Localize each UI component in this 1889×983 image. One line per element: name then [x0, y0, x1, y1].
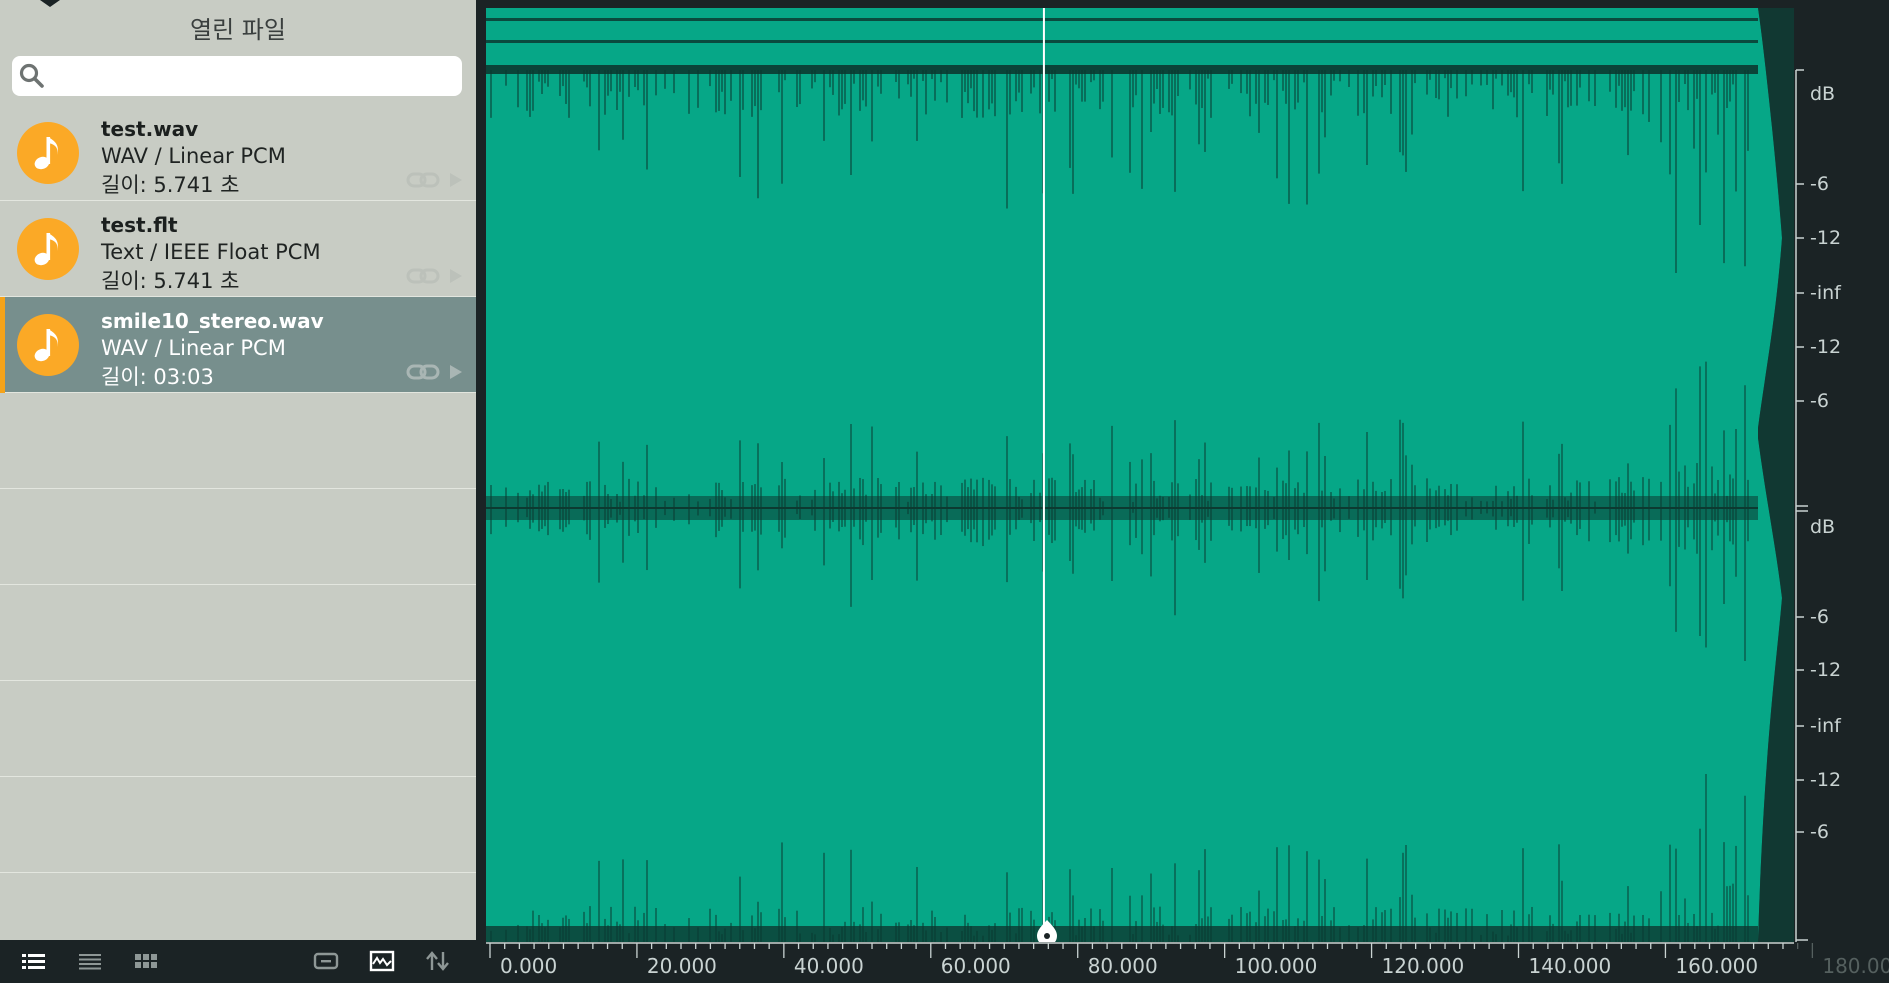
empty-list-row: [0, 873, 476, 940]
empty-list-row: [0, 489, 476, 585]
empty-list-row: [0, 393, 476, 489]
time-ruler[interactable]: 0.000 20.000 40.000 60.000 80.000 100.000 120.…: [486, 942, 1889, 983]
search-box[interactable]: [12, 56, 462, 96]
waveform-envelope: [486, 8, 1782, 942]
waveform-center-line: [486, 507, 1758, 509]
waveform-band: [486, 18, 1758, 21]
time-tick-label: 20.000: [646, 954, 717, 978]
db-label: -12: [1810, 769, 1842, 791]
link-toggle-icon[interactable]: [313, 950, 339, 972]
waveform-canvas: [486, 8, 1794, 942]
db-scale: dB -6 -12 -inf -12 -6 dB -6 -12 -inf -12…: [1794, 0, 1889, 942]
db-label: dB: [1810, 83, 1836, 105]
file-name: test.flt: [101, 213, 178, 237]
panel-title: 열린 파일: [190, 16, 286, 44]
db-label: -12: [1810, 227, 1842, 249]
time-tick-label: 40.000: [793, 954, 864, 978]
open-files-panel: 열린 파일 test.wav WAV / Linear PCM 길이: 5.74…: [0, 0, 476, 940]
play-arrow-icon[interactable]: [449, 364, 463, 380]
file-name: smile10_stereo.wav: [101, 309, 324, 333]
waveform-preview-icon[interactable]: [369, 950, 395, 972]
db-label: -inf: [1810, 715, 1841, 737]
time-tick-label: 140.000: [1528, 954, 1612, 978]
file-name: test.wav: [101, 117, 199, 141]
selection-indicator: [0, 297, 5, 393]
music-note-icon: [17, 122, 79, 184]
time-tick-label: 0.000: [500, 954, 558, 978]
db-label: -6: [1810, 173, 1829, 195]
db-label: -inf: [1810, 282, 1841, 304]
empty-list-row: [0, 777, 476, 873]
grid-view-icon[interactable]: [133, 950, 159, 972]
empty-list-row: [0, 681, 476, 777]
link-icon[interactable]: [406, 171, 440, 189]
file-format: Text / IEEE Float PCM: [101, 240, 321, 264]
db-label: -12: [1810, 659, 1842, 681]
panel-notch: [40, 0, 60, 7]
file-item-test-flt[interactable]: test.flt Text / IEEE Float PCM 길이: 5.741…: [0, 201, 476, 297]
file-format: WAV / Linear PCM: [101, 144, 286, 168]
list-detail-view-icon[interactable]: [21, 950, 47, 972]
music-note-icon: [17, 314, 79, 376]
time-tick-label: 60.000: [940, 954, 1011, 978]
db-label: -6: [1810, 390, 1829, 412]
play-arrow-icon[interactable]: [449, 268, 463, 284]
waveform-band: [486, 40, 1758, 43]
sort-icon[interactable]: [425, 950, 451, 972]
file-item-test-wav[interactable]: test.wav WAV / Linear PCM 길이: 5.741 초: [0, 105, 476, 201]
empty-list-row: [0, 585, 476, 681]
waveform-band: [486, 65, 1758, 74]
time-tick-label: 180.000: [1822, 954, 1889, 978]
db-label: -6: [1810, 606, 1829, 628]
db-label: -12: [1810, 336, 1842, 358]
file-length: 길이: 5.741 초: [101, 173, 240, 197]
waveform-display[interactable]: [486, 8, 1794, 942]
file-length: 길이: 03:03: [101, 365, 214, 389]
db-label: dB: [1810, 516, 1836, 538]
search-input[interactable]: [56, 62, 456, 92]
link-icon[interactable]: [406, 267, 440, 285]
music-note-icon: [17, 218, 79, 280]
time-tick-label: 160.000: [1675, 954, 1759, 978]
file-format: WAV / Linear PCM: [101, 336, 286, 360]
list-compact-view-icon[interactable]: [77, 950, 103, 972]
db-label: -6: [1810, 821, 1829, 843]
search-icon: [19, 63, 44, 88]
time-tick-label: 120.000: [1381, 954, 1465, 978]
time-tick-label: 100.000: [1234, 954, 1318, 978]
file-length: 길이: 5.741 초: [101, 269, 240, 293]
link-icon[interactable]: [406, 363, 440, 381]
sidebar-toolbar: [0, 940, 476, 983]
waveform-bottom-band: [486, 926, 1758, 942]
play-arrow-icon[interactable]: [449, 172, 463, 188]
time-tick-label: 80.000: [1087, 954, 1158, 978]
file-item-smile10-stereo-wav[interactable]: smile10_stereo.wav WAV / Linear PCM 길이: …: [0, 297, 476, 393]
